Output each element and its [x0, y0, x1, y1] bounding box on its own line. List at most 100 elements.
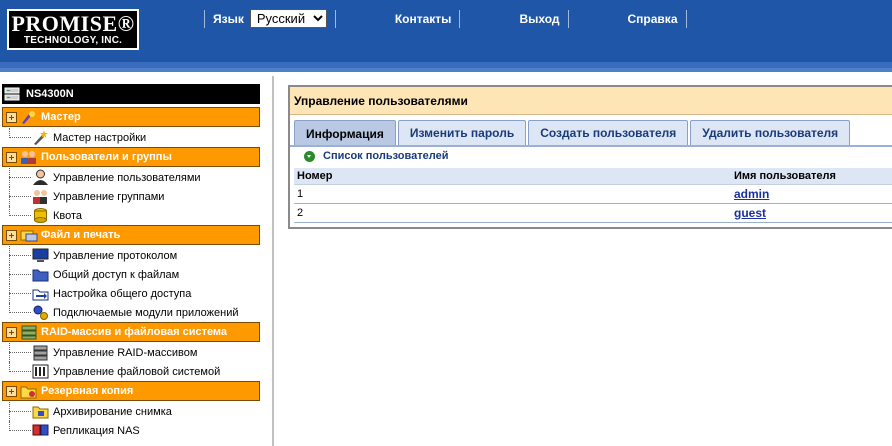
group-raid[interactable]: RAID-массив и файловая система	[2, 322, 260, 342]
device-node[interactable]: NS4300N	[2, 84, 260, 104]
user-list-toggle[interactable]: Список пользователей	[304, 150, 448, 162]
user-link-guest[interactable]: guest	[734, 206, 766, 220]
expand-icon[interactable]	[6, 386, 17, 397]
expand-icon[interactable]	[6, 152, 17, 163]
sidebar-item-nas-replication[interactable]: Репликация NAS	[2, 421, 260, 440]
tab-create-user[interactable]: Создать пользователя	[528, 120, 689, 145]
sidebar-item-label: Репликация NAS	[53, 424, 140, 437]
sidebar-item-quota[interactable]: Квота	[2, 206, 260, 225]
tab-bar: Информация Изменить пароль Создать польз…	[294, 120, 852, 147]
sidebar-item-label: Настройка общего доступа	[53, 287, 192, 300]
contacts-link[interactable]: Контакты	[344, 9, 452, 28]
sidebar-item-group-management[interactable]: Управление группами	[2, 187, 260, 206]
column-number: Номер	[294, 168, 731, 185]
sidebar-item-label: Общий доступ к файлам	[53, 268, 180, 281]
tree-line	[9, 303, 33, 322]
group-wizard[interactable]: Мастер	[2, 107, 260, 127]
top-nav: Язык Русский Контакты Выход Справка	[196, 8, 695, 29]
group-label: Файл и печать	[41, 229, 121, 241]
header-band	[0, 62, 892, 68]
group-label: RAID-массив и файловая система	[41, 326, 228, 338]
sidebar-item-snapshot[interactable]: Архивирование снимка	[2, 402, 260, 421]
tree-line	[9, 343, 33, 362]
quota-icon	[34, 208, 47, 223]
language-label: Язык	[213, 11, 244, 26]
main-panel: Управление пользователями Информация Изм…	[288, 85, 892, 229]
sidebar-item-filesystem-management[interactable]: Управление файловой системой	[2, 362, 260, 381]
nav-separator	[567, 9, 569, 28]
logo-line1: PROMISE®	[11, 11, 135, 36]
tree-line	[9, 265, 33, 284]
sidebar-item-raid-management[interactable]: Управление RAID-массивом	[2, 343, 260, 362]
snapshot-icon	[32, 406, 49, 419]
folder-share-icon	[32, 269, 49, 282]
tab-info[interactable]: Информация	[294, 120, 396, 147]
backup-icon	[20, 386, 37, 399]
group-icon	[33, 190, 47, 204]
sidebar: NS4300N Мастер Мастер настройки Пользова…	[0, 76, 274, 446]
nav-separator	[204, 9, 205, 28]
group-label: Пользователи и группы	[41, 151, 172, 163]
sidebar-item-share-settings[interactable]: Настройка общего доступа	[2, 284, 260, 303]
sidebar-item-label: Подключаемые модули приложений	[53, 306, 239, 319]
expand-icon[interactable]	[6, 327, 17, 338]
sidebar-tree: NS4300N Мастер Мастер настройки Пользова…	[2, 84, 260, 440]
sidebar-item-file-sharing[interactable]: Общий доступ к файлам	[2, 265, 260, 284]
user-number: 1	[294, 184, 731, 204]
monitor-icon	[32, 248, 49, 262]
sidebar-item-plugins[interactable]: Подключаемые модули приложений	[2, 303, 260, 322]
expand-icon[interactable]	[6, 112, 17, 123]
group-backup[interactable]: Резервная копия	[2, 381, 260, 401]
sidebar-item-label: Управление группами	[53, 190, 165, 203]
tree-line	[9, 362, 33, 381]
file-print-icon	[20, 230, 38, 242]
tree-line	[9, 421, 33, 440]
tree-line	[9, 284, 33, 303]
nav-separator	[459, 9, 461, 28]
collapse-arrow-icon	[304, 150, 315, 162]
tree-line	[9, 402, 33, 421]
promise-logo: PROMISE® TECHNOLOGY, INC.	[7, 9, 139, 50]
filesystem-icon	[32, 364, 49, 379]
sidebar-item-user-management[interactable]: Управление пользователями	[2, 168, 260, 187]
user-link-admin[interactable]: admin	[734, 187, 769, 201]
raid-icon	[21, 325, 37, 340]
user-name-cell: guest	[731, 203, 892, 223]
sidebar-item-label: Архивирование снимка	[53, 405, 172, 418]
group-file-print[interactable]: Файл и печать	[2, 225, 260, 245]
gears-icon	[33, 305, 48, 320]
logout-link[interactable]: Выход	[468, 9, 559, 28]
user-icon	[33, 169, 48, 185]
group-label: Мастер	[41, 111, 81, 123]
tab-change-password[interactable]: Изменить пароль	[397, 120, 527, 145]
user-list-title: Список пользователей	[323, 150, 449, 162]
tree-line	[9, 187, 33, 206]
column-username: Имя пользователя	[731, 168, 892, 185]
expand-icon[interactable]	[6, 230, 17, 241]
tree-line	[9, 246, 33, 265]
sidebar-item-label: Управление RAID-массивом	[53, 346, 198, 359]
sidebar-item-setup-wizard[interactable]: Мастер настройки	[2, 128, 260, 147]
nav-separator	[334, 9, 336, 28]
tab-delete-user[interactable]: Удалить пользователя	[690, 120, 851, 145]
tab-underline	[290, 145, 892, 147]
table-row: 1 admin	[294, 184, 892, 204]
nav-separator	[685, 9, 687, 28]
user-number: 2	[294, 203, 731, 223]
help-link[interactable]: Справка	[577, 9, 678, 28]
wizard-icon	[22, 111, 35, 124]
page-title: Управление пользователями	[290, 87, 892, 115]
top-header: PROMISE® TECHNOLOGY, INC. Язык Русский К…	[0, 0, 892, 72]
sidebar-item-label: Управление пользователями	[53, 171, 201, 184]
group-users[interactable]: Пользователи и группы	[2, 147, 260, 167]
logo-line2: TECHNOLOGY, INC.	[23, 35, 123, 46]
users-group-icon	[21, 151, 36, 164]
users-table: Номер Имя пользователя 1 admin 2 guest	[294, 168, 892, 223]
sidebar-item-protocol-management[interactable]: Управление протоколом	[2, 246, 260, 265]
device-label: NS4300N	[26, 88, 74, 100]
language-select[interactable]: Русский	[249, 9, 327, 28]
tree-line	[9, 168, 33, 187]
disk-stack-icon	[33, 345, 48, 361]
replication-icon	[32, 424, 49, 436]
tree-line	[9, 128, 33, 147]
